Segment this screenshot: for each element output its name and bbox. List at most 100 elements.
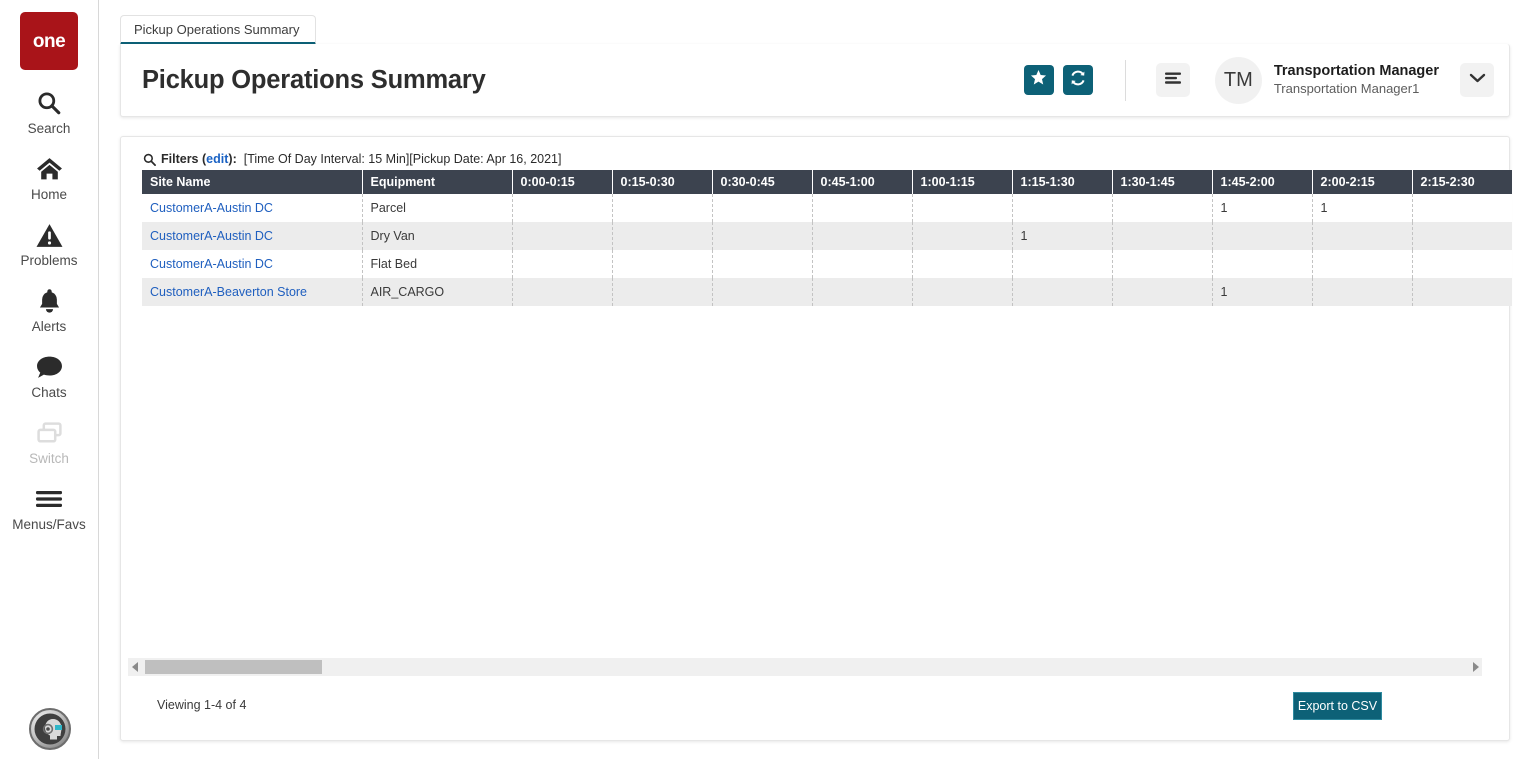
filters-label: Filters: [161, 152, 199, 166]
refresh-button[interactable]: [1062, 65, 1093, 95]
scrollbar-track[interactable]: [142, 658, 1468, 676]
sidebar-item-switch[interactable]: Switch: [0, 416, 99, 466]
sidebar-item-alerts[interactable]: Alerts: [0, 284, 99, 334]
user-menu-dropdown-button[interactable]: [1460, 63, 1494, 97]
cell-timeslot-130-145: [1112, 278, 1213, 306]
column-header-1-15-1-30[interactable]: 1:15-1:30: [1012, 170, 1113, 194]
cell-timeslot-030-045: [712, 222, 813, 250]
cell-timeslot-100-115: [912, 278, 1013, 306]
cell-timeslot-115-130: 1: [1012, 222, 1113, 250]
cell-timeslot-200-215: [1312, 222, 1413, 250]
record-count-label: Viewing 1-4 of 4: [157, 698, 247, 712]
column-header-0-45-1-00[interactable]: 0:45-1:00: [812, 170, 913, 194]
site-name-link[interactable]: CustomerA-Austin DC: [150, 201, 273, 215]
sidebar-item-problems[interactable]: Problems: [0, 218, 99, 268]
cell-timeslot-045-100: [812, 194, 913, 222]
sidebar-item-label: Home: [30, 187, 67, 202]
site-name-link[interactable]: CustomerA-Austin DC: [150, 257, 273, 271]
site-name-link[interactable]: CustomerA-Beaverton Store: [150, 285, 307, 299]
sidebar-item-label: Search: [27, 121, 71, 136]
chevron-down-icon: [1469, 71, 1486, 89]
one-logo[interactable]: one: [20, 12, 78, 70]
cell-equipment: AIR_CARGO: [362, 278, 513, 306]
data-table-wrapper: Site Name Equipment 0:00-0:15 0:15-0:30 0:30…: [142, 170, 1512, 306]
header-menu-button[interactable]: [1155, 63, 1190, 97]
home-icon: [36, 152, 63, 186]
cell-site-name: CustomerA-Austin DC: [142, 222, 363, 250]
bell-icon: [37, 284, 62, 318]
cell-timeslot-115-130: [1012, 250, 1113, 278]
column-header-0-15-0-30[interactable]: 0:15-0:30: [612, 170, 713, 194]
cell-timeslot-015-030: [612, 278, 713, 306]
hamburger-icon: [1164, 71, 1182, 90]
search-icon: [36, 86, 62, 120]
cell-timeslot-100-115: [912, 250, 1013, 278]
cell-timeslot-015-030: [612, 194, 713, 222]
cell-timeslot-200-215: [1312, 250, 1413, 278]
cell-timeslot-130-145: [1112, 222, 1213, 250]
cell-timeslot-130-145: [1112, 194, 1213, 222]
favorite-button[interactable]: [1023, 65, 1054, 95]
column-header-site-name[interactable]: Site Name: [142, 170, 363, 194]
sidebar-item-menus-favs[interactable]: Menus/Favs: [0, 482, 99, 532]
sidebar-item-home[interactable]: Home: [0, 152, 99, 202]
user-name: Transportation Manager: [1273, 63, 1439, 80]
cell-timeslot-030-045: [712, 250, 813, 278]
column-header-equipment[interactable]: Equipment: [362, 170, 513, 194]
column-header-0-00-0-15[interactable]: 0:00-0:15: [512, 170, 613, 194]
cell-timeslot-100-115: [912, 194, 1013, 222]
horizontal-scrollbar[interactable]: [128, 658, 1482, 676]
avatar[interactable]: TM: [1214, 56, 1262, 104]
filters-value: [Time Of Day Interval: 15 Min][Pickup Da…: [243, 152, 562, 166]
cell-equipment: Flat Bed: [362, 250, 513, 278]
cell-timeslot-130-145: [1112, 250, 1213, 278]
scroll-right-button[interactable]: [1468, 662, 1482, 672]
column-header-2-00-2-15[interactable]: 2:00-2:15: [1312, 170, 1413, 194]
cell-timeslot-000-015: [512, 194, 613, 222]
cell-timeslot-215-230: [1412, 222, 1512, 250]
scrollbar-thumb[interactable]: [145, 660, 322, 674]
export-to-csv-button[interactable]: Export to CSV: [1293, 692, 1382, 720]
column-header-1-45-2-00[interactable]: 1:45-2:00: [1212, 170, 1313, 194]
table-row[interactable]: CustomerA-Beaverton Store AIR_CARGO 1: [142, 278, 1512, 306]
column-header-2-15-2-30[interactable]: 2:15-2:30: [1412, 170, 1512, 194]
cell-timeslot-015-030: [612, 222, 713, 250]
tab-pickup-operations-summary[interactable]: Pickup Operations Summary: [120, 15, 317, 45]
header-actions: TM Transportation Manager Transportation…: [1023, 56, 1509, 104]
search-icon: [143, 153, 156, 166]
column-header-1-30-1-45[interactable]: 1:30-1:45: [1112, 170, 1213, 194]
sidebar-item-label: Switch: [29, 451, 69, 466]
table-row[interactable]: CustomerA-Austin DC Dry Van 1: [142, 222, 1512, 250]
column-header-1-00-1-15[interactable]: 1:00-1:15: [912, 170, 1013, 194]
filters-bar: Filters ( edit ) : [Time Of Day Interval…: [143, 151, 561, 167]
column-header-0-30-0-45[interactable]: 0:30-0:45: [712, 170, 813, 194]
sidebar-item-search[interactable]: Search: [0, 86, 99, 136]
table-row[interactable]: CustomerA-Austin DC Flat Bed: [142, 250, 1512, 278]
sidebar-item-chats[interactable]: Chats: [0, 350, 99, 400]
hamburger-icon: [35, 482, 63, 516]
ai-assistant-avatar-icon[interactable]: [29, 708, 71, 750]
cell-timeslot-045-100: [812, 278, 913, 306]
cell-timeslot-145-200: [1212, 250, 1313, 278]
filters-edit-link[interactable]: edit: [206, 152, 228, 166]
cell-timeslot-215-230: [1412, 250, 1512, 278]
site-name-link[interactable]: CustomerA-Austin DC: [150, 229, 273, 243]
cell-timeslot-000-015: [512, 278, 613, 306]
cell-timeslot-215-230: [1412, 194, 1512, 222]
sidebar-item-label: Menus/Favs: [12, 517, 86, 532]
header-divider: [1124, 59, 1126, 101]
cell-timeslot-030-045: [712, 278, 813, 306]
table-header: Site Name Equipment 0:00-0:15 0:15-0:30 0:30…: [142, 170, 1512, 194]
triangle-left-icon: [131, 662, 138, 672]
table-row[interactable]: CustomerA-Austin DC Parcel 1 1: [142, 194, 1512, 222]
table-header-row: Site Name Equipment 0:00-0:15 0:15-0:30 0:30…: [142, 170, 1512, 194]
svg-text:one: one: [33, 31, 65, 52]
left-sidebar: one Search Home Problems Alerts Chats Sw…: [0, 0, 99, 759]
export-button-label: Export to CSV: [1297, 699, 1378, 713]
cell-timeslot-200-215: [1312, 278, 1413, 306]
user-info: Transportation Manager Transportation Ma…: [1274, 62, 1439, 97]
page-header: Pickup Operations Summary TM Transportat…: [120, 44, 1510, 117]
scroll-left-button[interactable]: [128, 662, 142, 672]
cell-timeslot-145-200: 1: [1212, 194, 1313, 222]
cell-timeslot-000-015: [512, 222, 613, 250]
